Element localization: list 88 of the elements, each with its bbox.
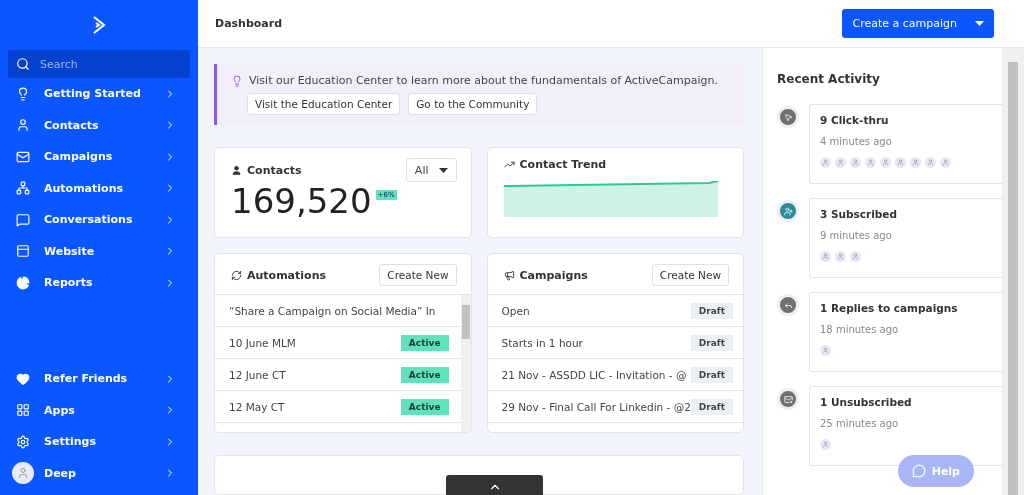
contact-avatar-icon [820, 439, 831, 450]
scrollbar[interactable] [1002, 48, 1024, 495]
grid-icon [16, 403, 30, 418]
activity-time: 18 minutes ago [820, 324, 900, 335]
status-badge: Draft [690, 398, 734, 415]
activity-time: 25 minutes ago [820, 418, 900, 429]
sidebar-item[interactable]: Contacts [8, 109, 190, 141]
list-row[interactable]: 29 Nov - Final Call For Linkedin - @2 Draft [487, 391, 743, 423]
activity-title: 9 Click-thru [820, 114, 890, 126]
caret-down-icon [438, 167, 448, 173]
list-row[interactable]: “Share a Campaign on Social Media” In [215, 295, 461, 327]
page-title: Dashboard [215, 17, 283, 30]
create-new-button[interactable]: Create New [651, 264, 729, 286]
heart-icon [16, 371, 30, 386]
pie-chart-icon [16, 275, 30, 290]
contact-avatar-icon [850, 157, 861, 168]
status-badge: Active [400, 398, 449, 415]
activity-time: 4 minutes ago [820, 136, 893, 147]
contact-avatar-icon [940, 157, 951, 168]
caret-down-icon [975, 21, 984, 26]
megaphone-icon [503, 269, 515, 281]
avatar-icon [12, 462, 34, 485]
scrollbar[interactable] [460, 295, 471, 432]
sidebar-item[interactable]: Deep [8, 457, 190, 489]
status-badge: Draft [690, 302, 734, 319]
activity-time: 9 minutes ago [820, 230, 893, 241]
status-badge: Active [400, 366, 449, 383]
list-row[interactable]: 12 May CT Active [215, 391, 461, 423]
envelope-icon [16, 149, 30, 164]
banner-text: Visit our Education Center to learn more about the fundamentals of ActiveCampaign. [249, 74, 718, 87]
contact-avatar-icon [820, 251, 831, 262]
status-badge: Draft [690, 366, 734, 383]
flowchart-icon [16, 181, 30, 196]
contacts-count: 169,520 [231, 184, 372, 218]
card-title: Automations [231, 268, 326, 282]
activity-title: 3 Subscribed [820, 208, 898, 220]
card-title: Campaigns [503, 268, 588, 282]
banner-button[interactable]: Visit the Education Center [247, 93, 401, 115]
panel-title: Recent Activity [777, 72, 881, 86]
contact-avatar-icon [820, 157, 831, 168]
activity-title: 1 Unsubscribed [820, 396, 913, 408]
trend-icon [503, 159, 515, 170]
list-row[interactable]: 10 June MLM Active [215, 327, 461, 359]
sidebar-item[interactable]: Apps [8, 394, 190, 426]
contact-avatar-icon [910, 157, 921, 168]
contact-avatar-icon [925, 157, 936, 168]
settings-icon [16, 434, 30, 449]
person-icon [16, 118, 30, 133]
status-badge: Active [400, 334, 449, 351]
banner-button[interactable]: Go to the Community [408, 93, 538, 115]
contact-avatar-icon [820, 345, 831, 356]
create-new-button[interactable]: Create New [379, 264, 457, 286]
card-title: Contacts [231, 163, 302, 177]
logo-icon [92, 16, 106, 34]
sidebar-item[interactable]: Settings [8, 426, 190, 458]
contact-avatar-icon [850, 251, 861, 262]
activity-title: 1 Replies to campaigns [820, 302, 959, 314]
refresh-icon [231, 269, 242, 281]
lightbulb-icon [16, 86, 30, 101]
status-badge: Draft [690, 334, 734, 351]
sidebar-item[interactable]: Conversations [8, 204, 190, 236]
card-title: Contact Trend [503, 158, 607, 171]
list-row[interactable]: Open Draft [487, 295, 743, 327]
person-icon [231, 164, 242, 176]
sidebar-item[interactable]: Website [8, 235, 190, 267]
browser-window-icon [16, 244, 30, 259]
list-row[interactable]: Starts in 1 hour Draft [487, 327, 743, 359]
search-box[interactable]: Search [8, 50, 190, 78]
contact-avatar-icon [835, 251, 846, 262]
contact-avatar-icon [835, 157, 846, 168]
search-field[interactable]: Search [40, 50, 182, 78]
list-row[interactable]: 21 Nov - ASSDD LIC - Invitation - @ Draft [487, 359, 743, 391]
scroll-top-button[interactable] [446, 475, 543, 495]
create-campaign-button[interactable]: Create a campaign [842, 9, 994, 38]
contact-avatar-icon [895, 157, 906, 168]
chat-icon [16, 212, 30, 227]
sidebar-item[interactable]: Getting Started [8, 78, 190, 110]
contact-avatar-icon [880, 157, 891, 168]
search-icon [16, 57, 30, 71]
lightbulb-icon [231, 74, 243, 87]
chat-icon [911, 464, 926, 478]
sidebar-item[interactable]: Automations [8, 172, 190, 204]
filter-dropdown[interactable]: All [405, 158, 457, 182]
sidebar-item[interactable]: Campaigns [8, 141, 190, 173]
sidebar-item[interactable]: Refer Friends [8, 363, 190, 395]
contact-avatar-icon [865, 157, 876, 168]
sidebar-item[interactable]: Reports [8, 267, 190, 299]
list-row[interactable]: 12 June CT Active [215, 359, 461, 391]
